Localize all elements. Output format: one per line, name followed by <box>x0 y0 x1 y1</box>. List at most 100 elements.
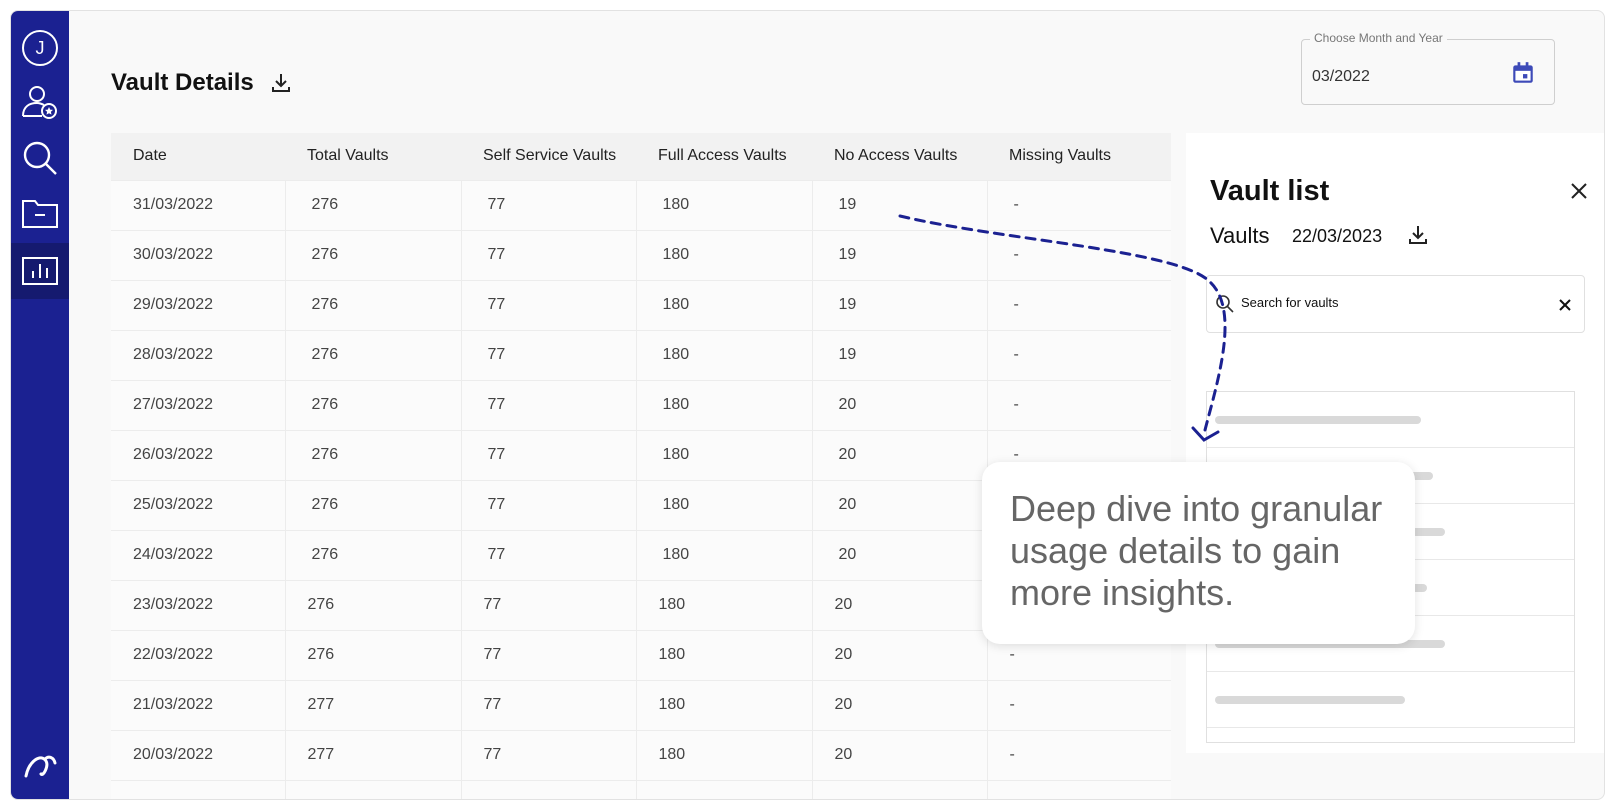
table-row[interactable]: 29/03/2022 276 77 180 19 - <box>111 279 1171 330</box>
month-year-picker[interactable]: Choose Month and Year 03/2022 <box>1301 31 1555 105</box>
cell-self-service-vaults: 77 <box>460 729 636 780</box>
cell-date: 24/03/2022 <box>111 529 285 580</box>
cell-date: 26/03/2022 <box>111 429 285 480</box>
brand-logo-icon <box>24 755 57 778</box>
cell-full-access-vaults: 180 <box>635 579 812 630</box>
cell-full-access-vaults: 180 <box>635 329 812 380</box>
cell-full-access-vaults: 180 <box>635 679 812 730</box>
cell-total-vaults: 276 <box>284 329 461 380</box>
cell-full-access-vaults: 180 <box>635 179 812 230</box>
cell-no-access-vaults: 20 <box>811 579 987 630</box>
column-header-total-vaults[interactable]: Total Vaults <box>285 133 461 180</box>
cell-no-access-vaults: 20 <box>811 679 987 730</box>
vaults-date: 22/03/2023 <box>1292 226 1383 246</box>
sidebar-item-folders[interactable] <box>11 185 69 241</box>
chart-icon <box>22 257 58 285</box>
vaults-label: Vaults <box>1210 223 1270 248</box>
table-row[interactable]: 27/03/2022 276 77 180 20 - <box>111 379 1171 430</box>
cell-no-access-vaults: 20 <box>811 379 987 430</box>
date-picker-label: Choose Month and Year <box>1310 31 1447 45</box>
sidebar-item-reports[interactable] <box>11 243 69 299</box>
cell-date: 29/03/2022 <box>111 279 285 330</box>
page-title: Vault Details <box>111 69 254 96</box>
cell-total-vaults: 276 <box>284 629 461 680</box>
cell-self-service-vaults: 77 <box>460 579 636 630</box>
cell-self-service-vaults: 77 <box>460 229 636 280</box>
cell-date: 23/03/2022 <box>111 579 285 630</box>
cell-total-vaults: 276 <box>284 529 461 580</box>
skeleton-placeholder <box>1215 696 1405 704</box>
column-header-no-access-vaults[interactable]: No Access Vaults <box>812 133 987 180</box>
search-input[interactable] <box>1241 295 1541 310</box>
download-icon[interactable] <box>1406 223 1430 247</box>
cell-total-vaults: 276 <box>284 279 461 330</box>
cell-no-access-vaults: 20 <box>811 629 987 680</box>
user-admin-icon <box>22 86 57 119</box>
search-icon <box>23 141 57 175</box>
table-row[interactable]: 31/03/2022 276 77 180 19 - <box>111 179 1171 230</box>
search-icon <box>1216 295 1234 313</box>
cell-no-access-vaults: 20 <box>811 429 987 480</box>
cell-date: 27/03/2022 <box>111 379 285 430</box>
cell-date: 31/03/2022 <box>111 179 285 230</box>
cell-missing-vaults: - <box>986 729 1171 780</box>
folder-icon <box>22 200 58 228</box>
cell-self-service-vaults: 77 <box>460 479 636 530</box>
cell-missing-vaults: - <box>986 179 1171 230</box>
cell-date: 22/03/2022 <box>111 629 285 680</box>
cell-full-access-vaults: 180 <box>635 229 812 280</box>
cell-total-vaults: 276 <box>284 229 461 280</box>
avatar: J <box>22 30 58 66</box>
date-picker-value[interactable]: 03/2022 <box>1312 68 1370 86</box>
table-row[interactable]: 21/03/2022 277 77 180 20 - <box>111 679 1171 730</box>
table-row-partial <box>111 779 1171 799</box>
user-avatar-button[interactable]: J <box>11 20 69 76</box>
cell-date: 28/03/2022 <box>111 329 285 380</box>
table-row[interactable]: 28/03/2022 276 77 180 19 - <box>111 329 1171 380</box>
cell-total-vaults: 276 <box>284 479 461 530</box>
column-header-date[interactable]: Date <box>111 133 285 180</box>
cell-total-vaults: 276 <box>284 379 461 430</box>
skeleton-placeholder <box>1215 416 1421 424</box>
cell-no-access-vaults: 20 <box>811 529 987 580</box>
cell-self-service-vaults: 77 <box>460 179 636 230</box>
calendar-icon[interactable] <box>1510 60 1536 86</box>
column-header-missing-vaults[interactable]: Missing Vaults <box>987 133 1171 180</box>
cell-no-access-vaults: 20 <box>811 729 987 780</box>
download-icon[interactable] <box>269 71 293 95</box>
cell-self-service-vaults: 77 <box>460 629 636 680</box>
cell-missing-vaults: - <box>986 379 1171 430</box>
cell-full-access-vaults: 180 <box>635 429 812 480</box>
column-header-self-service-vaults[interactable]: Self Service Vaults <box>461 133 636 180</box>
feature-callout: Deep dive into granular usage details to… <box>982 462 1415 644</box>
cell-no-access-vaults: 20 <box>811 479 987 530</box>
cell-date: 25/03/2022 <box>111 479 285 530</box>
column-header-full-access-vaults[interactable]: Full Access Vaults <box>636 133 812 180</box>
cell-missing-vaults: - <box>986 679 1171 730</box>
list-item-loading <box>1207 392 1574 448</box>
table-row[interactable]: 20/03/2022 277 77 180 20 - <box>111 729 1171 780</box>
cell-total-vaults: 276 <box>284 579 461 630</box>
list-item-loading <box>1207 672 1574 728</box>
panel-title: Vault list <box>1210 175 1330 207</box>
cell-date: 21/03/2022 <box>111 679 285 730</box>
sidebar-item-search[interactable] <box>11 130 69 186</box>
cell-missing-vaults: - <box>986 279 1171 330</box>
table-header-row: Date Total Vaults Self Service Vaults Fu… <box>111 133 1171 180</box>
cell-self-service-vaults: 77 <box>460 329 636 380</box>
cell-self-service-vaults: 77 <box>460 679 636 730</box>
cell-full-access-vaults: 180 <box>635 729 812 780</box>
cell-self-service-vaults: 77 <box>460 379 636 430</box>
cell-total-vaults: 277 <box>284 679 461 730</box>
vault-search-box <box>1206 275 1585 333</box>
app-window: J Vault Details Choose Month and Year 03… <box>10 10 1605 800</box>
cell-self-service-vaults: 77 <box>460 429 636 480</box>
cell-self-service-vaults: 77 <box>460 279 636 330</box>
sidebar-item-admin[interactable] <box>11 74 69 130</box>
cell-no-access-vaults: 19 <box>811 279 987 330</box>
clear-icon[interactable] <box>1558 298 1572 312</box>
cell-full-access-vaults: 180 <box>635 279 812 330</box>
cell-missing-vaults: - <box>986 329 1171 380</box>
close-icon[interactable] <box>1569 181 1589 201</box>
table-row[interactable]: 30/03/2022 276 77 180 19 - <box>111 229 1171 280</box>
